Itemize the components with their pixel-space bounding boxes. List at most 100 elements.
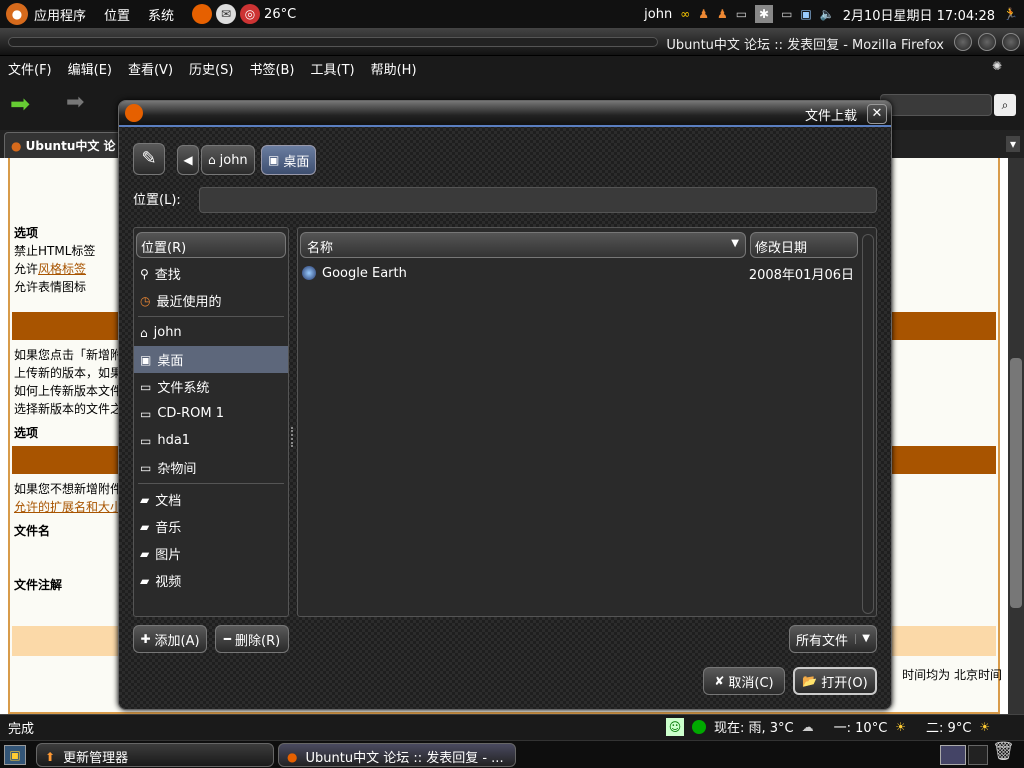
attach-help-line-1: 如果您点击「新增附 [14,348,123,362]
crumb-desktop[interactable]: ▣ 桌面 [261,145,317,175]
mail-launcher-icon[interactable]: ✉ [216,4,237,24]
weather-now[interactable]: 现在: 雨, 3°C [714,717,794,736]
remove-bookmark-button[interactable]: ━ 删除(R) [215,625,289,653]
type-location-button[interactable]: ✎ [133,143,165,175]
timezone-note: 时间均为 北京时间 [902,668,1002,682]
allow-smilies-text: 允许表情图标 [14,280,87,294]
menu-bookmarks[interactable]: 书签(B) [249,59,294,78]
disable-html-text: 禁止HTML标签 [14,244,96,258]
crumb-john[interactable]: ⌂ john [201,145,255,175]
menu-applications[interactable]: 应用程序 [34,5,86,24]
allowed-extensions-link[interactable]: 允许的扩展名和大小 [14,498,122,515]
desktop-icon: ▣ [268,153,280,167]
network-icon[interactable]: ∞ [680,8,690,20]
button-label: 删除(R) [235,633,281,649]
path-back-button[interactable]: ◀ [177,145,199,175]
firefox-menubar: 文件(F) 编辑(E) 查看(V) 历史(S) 书签(B) 工具(T) 帮助(H… [0,56,1024,80]
place-desktop[interactable]: ▣ 桌面 [134,346,288,373]
workspace-switcher-2[interactable] [968,745,988,765]
place-music[interactable]: ▰ 音乐 [134,513,288,540]
show-desktop-icon[interactable]: ▣ [4,745,26,765]
forward-arrow-icon[interactable]: ➡ [66,92,84,114]
file-upload-dialog: 文件上载 ✕ ✎ ◀ ⌂ john ▣ 桌面 位置(L): 位置(R) ⚲ 查找 … [118,100,892,710]
place-recent[interactable]: ◷ 最近使用的 [134,287,288,314]
place-label: 视频 [155,575,182,590]
place-label: 杂物间 [157,462,197,477]
tab-ubuntu-forum[interactable]: ● Ubuntu中文 论 [4,132,124,158]
menu-help[interactable]: 帮助(H) [371,59,417,78]
location-input[interactable] [199,187,877,213]
place-misc[interactable]: ▭ 杂物间 [134,454,288,481]
google-earth-icon [302,266,316,280]
task-update-manager[interactable]: ⬆ 更新管理器 [36,743,274,767]
minimize-button[interactable] [954,33,972,51]
user-name[interactable]: john [644,7,672,22]
scroll-thumb[interactable] [1010,358,1022,608]
pane-splitter-handle[interactable] [291,427,295,447]
drive-icon[interactable]: ▭ [736,8,747,20]
logout-runner-icon[interactable]: 🏃 [1003,8,1018,20]
place-hda1[interactable]: ▭ hda1 [134,427,288,454]
drive-icon[interactable]: ▭ [781,8,792,20]
dialog-close-button[interactable]: ✕ [867,104,887,124]
add-bookmark-button[interactable]: ✚ 添加(A) [133,625,207,653]
maximize-button[interactable] [978,33,996,51]
bbcode-link[interactable]: 风格标签 [38,262,86,276]
open-button[interactable]: 📂 打开(O) [793,667,877,695]
place-home[interactable]: ⌂ john [134,319,288,346]
status-text: 完成 [8,722,35,737]
cancel-button[interactable]: ✘ 取消(C) [703,667,785,695]
workspace-switcher[interactable] [940,745,966,765]
menu-places[interactable]: 位置 [104,5,130,24]
temperature: 26°C [264,6,297,22]
firefox-launcher-icon[interactable] [192,4,213,24]
divider [138,316,284,317]
addon-icon[interactable]: ☺ [666,717,684,736]
tab-list-chevron-icon[interactable]: ▾ [1006,136,1020,152]
dialog-titlebar: 文件上载 ✕ [119,101,891,127]
menu-tools[interactable]: 工具(T) [311,59,355,78]
ubuntu-favicon-icon: ● [11,139,22,153]
weather-mon[interactable]: 一: 10°C [834,717,888,736]
back-arrow-icon[interactable]: ➡ [10,92,30,116]
no-attach-help: 如果您不想新增附件 [14,482,123,496]
crumb-label: 桌面 [283,154,310,170]
trash-icon[interactable]: 🗑 [992,743,1015,761]
menu-system[interactable]: 系统 [148,5,174,24]
task-firefox[interactable]: ● Ubuntu中文 论坛 :: 发表回复 - ... [278,743,516,767]
allow-prefix: 允许 [14,262,39,276]
menu-file[interactable]: 文件(F) [8,59,52,78]
volume-icon[interactable]: 🔈 [820,8,835,20]
menu-history[interactable]: 历史(S) [189,59,233,78]
search-icon[interactable]: ⌕ [994,94,1016,116]
help-launcher-icon[interactable]: ◎ [240,4,261,24]
file-row[interactable]: Google Earth 2008年01月06日 [302,262,858,284]
weather-tue[interactable]: 二: 9°C [926,717,971,736]
place-filesystem[interactable]: ▭ 文件系统 [134,373,288,400]
place-videos[interactable]: ▰ 视频 [134,567,288,594]
button-label: 打开(O) [821,675,868,691]
search-box[interactable] [880,94,992,116]
button-label: 添加(A) [154,633,200,649]
place-documents[interactable]: ▰ 文档 [134,486,288,513]
ubuntu-logo-icon[interactable]: ● [6,3,28,25]
places-header[interactable]: 位置(R) [136,232,286,258]
attach-help-line-3: 如何上传新版本文件 [14,384,123,398]
page-scrollbar[interactable] [1008,158,1024,714]
close-window-button[interactable] [1002,33,1020,51]
place-pictures[interactable]: ▰ 图片 [134,540,288,567]
menu-edit[interactable]: 编辑(E) [68,59,112,78]
column-header-date[interactable]: 修改日期 [750,232,858,258]
clock[interactable]: 2月10日星期日 17:04:28 [843,5,995,24]
desktop-icon: ▣ [140,352,152,367]
column-header-name[interactable]: 名称 ▼ [300,232,746,258]
place-cdrom[interactable]: ▭ CD-ROM 1 [134,400,288,427]
file-filter-select[interactable]: 所有文件 ▼ [789,625,877,653]
options-heading-2: 选项 [14,426,39,440]
file-list-scrollbar[interactable] [862,234,874,614]
computer-icon[interactable]: ▣ [800,8,811,20]
place-search[interactable]: ⚲ 查找 [134,260,288,287]
file-comment-label: 文件注解 [14,578,63,592]
menu-view[interactable]: 查看(V) [128,59,173,78]
open-folder-icon: 📂 [802,674,818,688]
